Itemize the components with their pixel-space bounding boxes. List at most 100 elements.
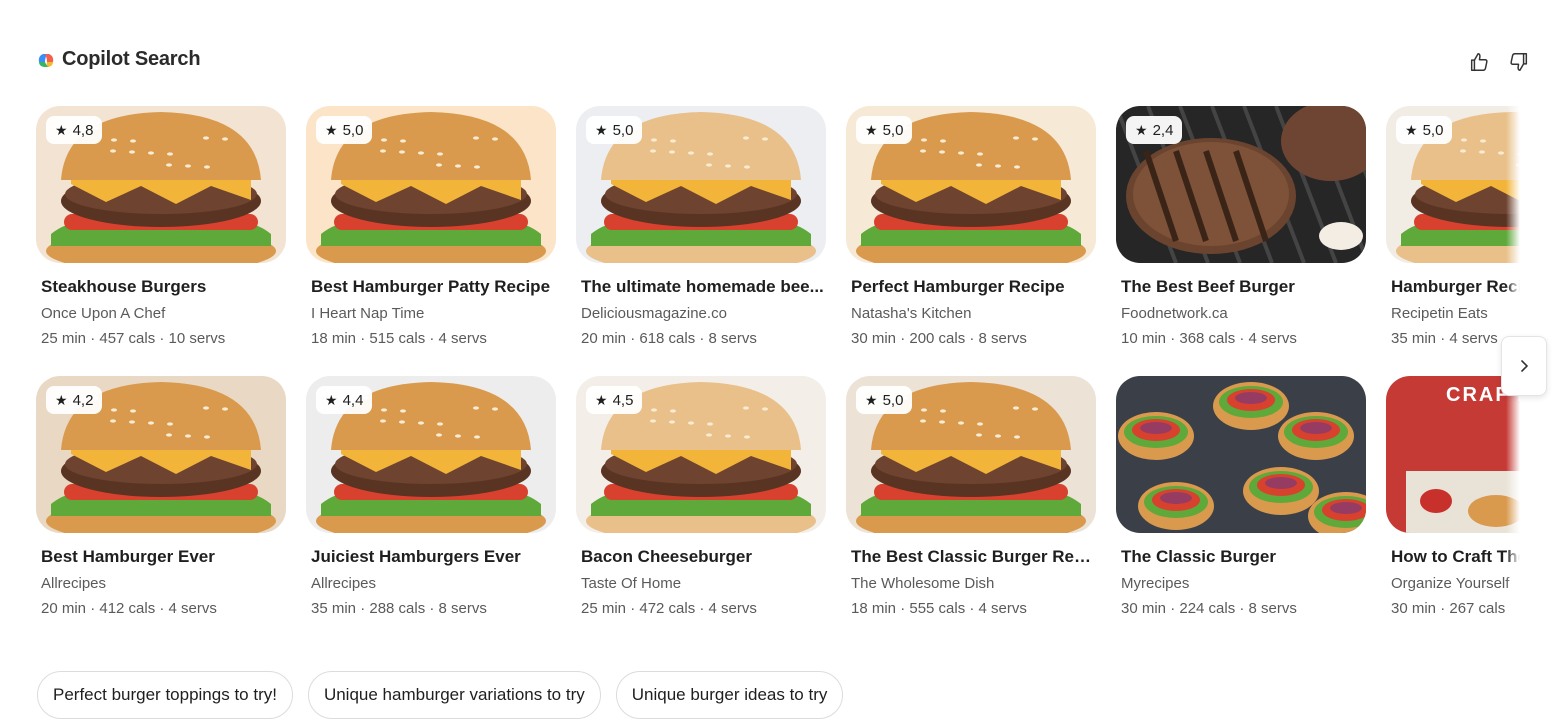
recipe-meta: 35 min · 288 cals · 8 servs [311, 600, 487, 617]
rating-value: 4,8 [72, 121, 94, 139]
recipe-source: Taste Of Home [581, 575, 682, 592]
recipe-source: Foodnetwork.ca [1121, 305, 1228, 322]
recipe-card[interactable]: ★ 5,0 Hamburger Reci Recipetin Eats 35 m… [1386, 106, 1520, 347]
recipe-card[interactable]: ★ 5,0 Best Hamburger Patty Recipe I Hear… [306, 106, 556, 347]
recipe-card[interactable]: ★ 5,0 The Best Classic Burger Rec... The… [846, 376, 1096, 617]
suggestion-chip[interactable]: Unique burger ideas to try [615, 671, 844, 719]
rating-value: 5,0 [612, 121, 634, 139]
rating-value: 5,0 [882, 391, 904, 409]
rating-badge: ★ 4,2 [46, 386, 103, 414]
star-icon: ★ [55, 392, 68, 408]
rating-badge: ★ 4,4 [316, 386, 373, 414]
rating-value: 2,4 [1152, 121, 1174, 139]
recipe-source: Natasha's Kitchen [851, 305, 972, 322]
rating-badge: ★ 4,8 [46, 116, 103, 144]
recipe-source: The Wholesome Dish [851, 575, 995, 592]
recipe-card[interactable]: ★ 4,5 Bacon Cheeseburger Taste Of Home 2… [576, 376, 826, 617]
recipe-title[interactable]: The Best Classic Burger Rec... [846, 547, 1096, 569]
recipe-meta: 30 min · 224 cals · 8 servs [1121, 600, 1297, 617]
recipe-meta: 10 min · 368 cals · 4 servs [1121, 330, 1297, 347]
rating-value: 4,4 [342, 391, 364, 409]
suggestion-chip[interactable]: Unique hamburger variations to try [307, 671, 601, 719]
star-icon: ★ [1405, 122, 1418, 138]
recipe-thumbnail[interactable]: ★ 5,0 [306, 106, 556, 263]
recipe-title[interactable]: Bacon Cheeseburger [576, 547, 826, 569]
star-icon: ★ [595, 122, 608, 138]
rating-value: 4,2 [72, 391, 94, 409]
recipe-title[interactable]: The Best Beef Burger [1116, 277, 1366, 299]
recipe-card[interactable]: ★ 2,4 The Best Beef Burger Foodnetwork.c… [1116, 106, 1366, 347]
brand-title: Copilot Search [62, 48, 201, 70]
rating-badge: ★ 5,0 [316, 116, 373, 144]
recipe-meta: 20 min · 618 cals · 8 servs [581, 330, 757, 347]
rating-badge: ★ 4,5 [586, 386, 643, 414]
recipe-source: Allrecipes [41, 575, 107, 592]
recipe-title[interactable]: The ultimate homemade bee... [576, 277, 826, 299]
recipe-meta: 30 min · 200 cals · 8 servs [851, 330, 1027, 347]
recipe-title[interactable]: Best Hamburger Ever [36, 547, 286, 569]
recipe-meta: 35 min · 4 servs [1391, 330, 1498, 347]
star-icon: ★ [865, 122, 878, 138]
suggestion-chip[interactable]: Perfect burger toppings to try! [37, 671, 293, 719]
star-icon: ★ [55, 122, 68, 138]
recipe-title[interactable]: How to Craft The [1386, 547, 1520, 569]
rating-badge: ★ 5,0 [856, 116, 913, 144]
recipe-source: Deliciousmagazine.co [581, 305, 727, 322]
star-icon: ★ [325, 392, 338, 408]
thumbs-up-icon[interactable] [1467, 48, 1491, 76]
recipe-thumbnail[interactable]: ★ 4,2 [36, 376, 286, 533]
recipe-card[interactable]: CRAF MOST DE HEAL BURGER How to Craft Th… [1386, 376, 1520, 617]
recipe-source: Myrecipes [1121, 575, 1190, 592]
recipe-thumbnail[interactable]: ★ 5,0 [576, 106, 826, 263]
recipe-card[interactable]: ★ 5,0 The ultimate homemade bee... Delic… [576, 106, 826, 347]
recipe-thumbnail[interactable]: ★ 4,4 [306, 376, 556, 533]
rating-value: 5,0 [882, 121, 904, 139]
recipe-thumbnail[interactable]: ★ 5,0 [1386, 106, 1520, 263]
star-icon: ★ [1135, 122, 1148, 138]
recipe-card[interactable]: ★ 5,0 Perfect Hamburger Recipe Natasha's… [846, 106, 1096, 347]
star-icon: ★ [595, 392, 608, 408]
recipe-meta: 18 min · 515 cals · 4 servs [311, 330, 487, 347]
recipe-title[interactable]: The Classic Burger [1116, 547, 1366, 569]
recipe-card[interactable]: ★ 4,4 Juiciest Hamburgers Ever Allrecipe… [306, 376, 556, 617]
star-icon: ★ [865, 392, 878, 408]
rating-badge: ★ 2,4 [1126, 116, 1183, 144]
recipe-thumbnail[interactable]: CRAF MOST DE HEAL BURGER [1386, 376, 1520, 533]
recipe-source: Organize Yourself [1391, 575, 1510, 592]
rating-value: 5,0 [342, 121, 364, 139]
recipe-title[interactable]: Perfect Hamburger Recipe [846, 277, 1096, 299]
recipe-row-1: ★ 4,8 Steakhouse Burgers Once Upon A Che… [36, 106, 1520, 347]
feedback-controls [1467, 48, 1531, 76]
recipe-card[interactable]: ★ 4,8 Steakhouse Burgers Once Upon A Che… [36, 106, 286, 347]
recipe-thumbnail[interactable]: ★ 2,4 [1116, 106, 1366, 263]
recipe-source: Allrecipes [311, 575, 377, 592]
rating-value: 4,5 [612, 391, 634, 409]
thumbs-down-icon[interactable] [1507, 48, 1531, 76]
recipe-source: Recipetin Eats [1391, 305, 1488, 322]
chevron-right-icon [1521, 360, 1528, 372]
rating-badge: ★ 5,0 [586, 116, 643, 144]
recipe-thumbnail[interactable]: ★ 4,8 [36, 106, 286, 263]
recipe-thumbnail[interactable]: ★ 4,5 [576, 376, 826, 533]
recipe-carousel: ★ 4,8 Steakhouse Burgers Once Upon A Che… [36, 106, 1520, 636]
rating-value: 5,0 [1422, 121, 1444, 139]
recipe-meta: 18 min · 555 cals · 4 servs [851, 600, 1027, 617]
recipe-title[interactable]: Juiciest Hamburgers Ever [306, 547, 556, 569]
recipe-thumbnail[interactable] [1116, 376, 1366, 533]
carousel-next-button[interactable] [1501, 336, 1547, 396]
recipe-thumbnail[interactable]: ★ 5,0 [846, 106, 1096, 263]
recipe-thumbnail[interactable]: ★ 5,0 [846, 376, 1096, 533]
recipe-meta: 25 min · 457 cals · 10 servs [41, 330, 226, 347]
recipe-title[interactable]: Best Hamburger Patty Recipe [306, 277, 556, 299]
recipe-card[interactable]: The Classic Burger Myrecipes 30 min · 22… [1116, 376, 1366, 617]
recipe-meta: 30 min · 267 cals [1391, 600, 1506, 617]
suggestion-chips: Perfect burger toppings to try! Unique h… [37, 671, 844, 719]
recipe-row-2: ★ 4,2 Best Hamburger Ever Allrecipes 20 … [36, 376, 1520, 617]
recipe-title[interactable]: Hamburger Reci [1386, 277, 1520, 299]
recipe-source: I Heart Nap Time [311, 305, 425, 322]
recipe-card[interactable]: ★ 4,2 Best Hamburger Ever Allrecipes 20 … [36, 376, 286, 617]
copilot-logo-icon [36, 50, 56, 70]
rating-badge: ★ 5,0 [856, 386, 913, 414]
recipe-title[interactable]: Steakhouse Burgers [36, 277, 286, 299]
rating-badge: ★ 5,0 [1396, 116, 1453, 144]
